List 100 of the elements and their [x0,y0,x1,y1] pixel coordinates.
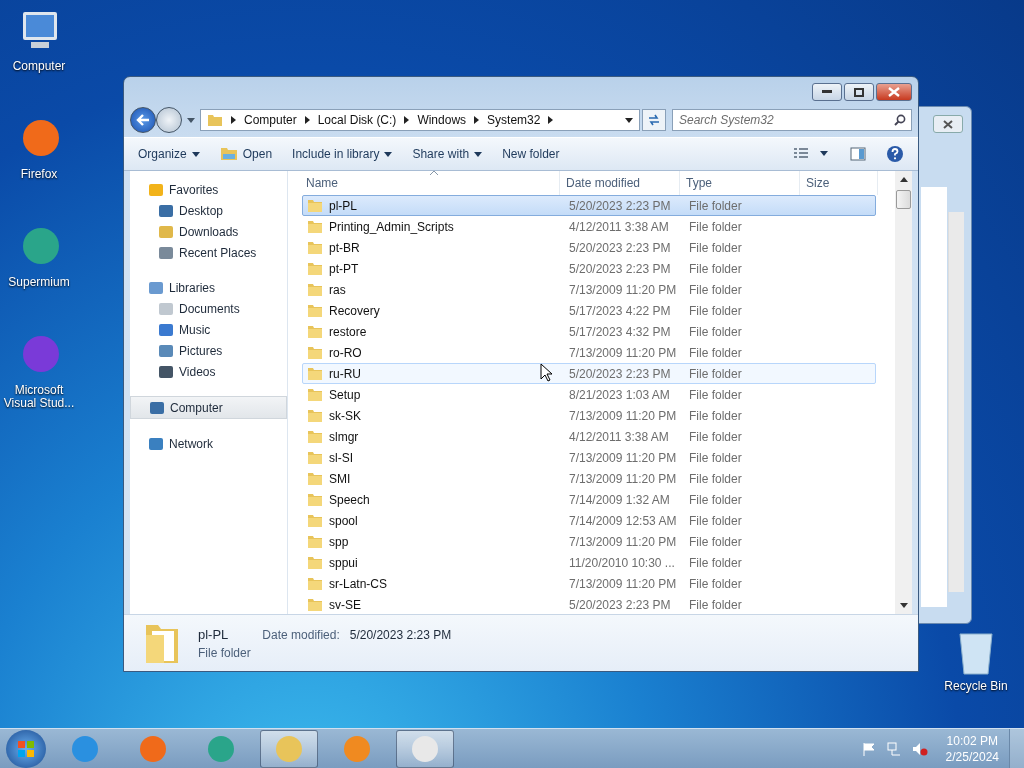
flag-icon[interactable] [861,741,876,756]
toolbar-button[interactable]: New folder [496,144,566,164]
menu-button[interactable]: Organize [132,144,206,164]
file-name: sppui [329,555,358,570]
type-cell-text: File folder [688,429,743,444]
file-row[interactable]: restore 5/17/2023 4:32 PM File folder [302,321,876,342]
chevron-right-icon[interactable] [404,116,410,124]
breadcrumb[interactable]: Local Disk (C:) [317,113,397,127]
file-row[interactable]: Speech 7/14/2009 1:32 AM File folder [302,489,876,510]
refresh-button[interactable] [642,109,666,131]
sidebar-item[interactable]: Favorites [130,179,287,200]
breadcrumb[interactable]: System32 [487,113,541,127]
date-cell-text: 7/13/2009 11:20 PM [568,345,678,360]
maximize-button[interactable] [844,83,874,101]
taskbar-button[interactable] [396,729,454,768]
chevron-right-icon[interactable] [474,116,480,124]
desktop-icon-label[interactable]: Microsoft Visual Stud... [0,384,78,410]
scroll-thumb[interactable] [896,190,911,209]
file-row[interactable]: ru-RU 5/20/2023 2:23 PM File folder [302,363,876,384]
file-row[interactable]: Setup 8/21/2023 1:03 AM File folder [302,384,876,405]
date-cell-text: 5/20/2023 2:23 PM [568,240,672,255]
sidebar-item[interactable]: Music [130,319,287,340]
scroll-up-icon[interactable] [899,177,908,182]
date-cell-text: 8/21/2023 1:03 AM [568,387,671,402]
sidebar-item[interactable]: Documents [130,298,287,319]
type-cell-text: File folder [688,450,743,465]
sidebar-item[interactable]: Computer [130,396,287,419]
file-row[interactable]: Recovery 5/17/2023 4:22 PM File folder [302,300,876,321]
desktop-icon-label[interactable]: Firefox [20,168,58,181]
scroll-down-icon[interactable] [899,603,908,608]
file-row[interactable]: sppui 11/20/2010 10:30 ... File folder [302,552,876,573]
sidebar-item[interactable]: Libraries [130,277,287,298]
maximize-icon [854,87,864,97]
file-row[interactable]: slmgr 4/12/2011 3:38 AM File folder [302,426,876,447]
address-bar[interactable]: Computer Local Disk (C:) Windows System32 [200,109,640,131]
sidebar-item[interactable]: Desktop [130,200,287,221]
file-row[interactable]: sk-SK 7/13/2009 11:20 PM File folder [302,405,876,426]
search-field[interactable]: Search System32 [672,109,912,131]
breadcrumb[interactable]: Computer [244,113,297,127]
breadcrumb[interactable]: Windows [417,113,467,127]
desktop-icon-label[interactable]: Computer [12,60,66,73]
menu-button[interactable]: Share with [406,144,489,164]
type-cell-text: File folder [688,219,743,234]
close-button[interactable] [933,115,963,133]
type-cell-text: File folder [688,597,743,612]
sidebar-item[interactable]: Recent Places [130,242,287,263]
forward-button[interactable] [156,107,182,133]
file-row[interactable]: Printing_Admin_Scripts 4/12/2011 3:38 AM File folder [302,216,876,237]
sidebar-item[interactable]: Videos [130,361,287,382]
preview-pane-icon [850,147,866,161]
date-cell-text: 7/13/2009 11:20 PM [568,408,678,423]
file-row[interactable]: ras 7/13/2009 11:20 PM File folder [302,279,876,300]
file-row[interactable]: pt-BR 5/20/2023 2:23 PM File folder [302,237,876,258]
date-cell-text: 7/13/2009 11:20 PM [568,282,678,297]
date-cell-text: 11/20/2010 10:30 ... [568,555,676,570]
file-name: Printing_Admin_Scripts [329,219,454,234]
show-desktop-button[interactable] [1009,728,1024,768]
file-name: SMI [329,471,351,486]
file-name: pl-PL [329,198,357,213]
speaker-muted-icon[interactable] [911,741,928,756]
file-row[interactable]: spool 7/14/2009 12:53 AM File folder [302,510,876,531]
file-row[interactable]: SMI 7/13/2009 11:20 PM File folder [302,468,876,489]
minimize-button[interactable] [812,83,842,101]
taskbar-button[interactable] [260,729,318,768]
menu-button[interactable]: Include in library [286,144,399,164]
chevron-right-icon[interactable] [231,116,236,124]
sidebar-item[interactable]: Downloads [130,221,287,242]
search-icon [894,114,906,126]
detail-type: File folder [198,645,252,660]
open-button[interactable]: Open [213,144,279,164]
scrollbar[interactable] [948,212,964,592]
file-row[interactable]: pt-PT 5/20/2023 2:23 PM File folder [302,258,876,279]
desktop-icon-label[interactable]: Recycle Bin [944,680,1008,693]
trash-bin-icon[interactable] [956,630,996,676]
file-name: spp [329,534,349,549]
file-row[interactable]: sv-SE 5/20/2023 2:23 PM File folder [302,594,876,614]
caret-icon[interactable] [625,117,633,123]
file-row[interactable]: spp 7/13/2009 11:20 PM File folder [302,531,876,552]
back-button[interactable] [130,107,156,133]
start-button[interactable] [6,729,46,768]
desktop-icon-label[interactable]: Supermium [8,276,70,289]
chevron-right-icon[interactable] [548,116,554,124]
detail-name: pl-PL [198,626,229,642]
file-row[interactable]: sr-Latn-CS 7/13/2009 11:20 PM File folder [302,573,876,594]
scrollbar[interactable] [895,171,912,614]
sidebar-item[interactable]: Network [130,433,287,454]
close-button[interactable] [876,83,912,101]
file-row[interactable]: pl-PL 5/20/2023 2:23 PM File folder [302,195,876,216]
type-cell-text: File folder [688,345,743,360]
file-name: pt-PT [329,261,359,276]
type-cell-text: File folder [688,261,743,276]
file-row[interactable]: ro-RO 7/13/2009 11:20 PM File folder [302,342,876,363]
minimize-icon [822,90,832,94]
date-cell-text: 7/13/2009 11:20 PM [568,534,678,549]
chevron-right-icon[interactable] [304,116,310,124]
file-row[interactable]: sl-SI 7/13/2009 11:20 PM File folder [302,447,876,468]
file-name: Recovery [329,303,380,318]
type-cell-text: File folder [688,492,743,507]
sidebar-item[interactable]: Pictures [130,340,287,361]
close-icon [888,87,900,97]
